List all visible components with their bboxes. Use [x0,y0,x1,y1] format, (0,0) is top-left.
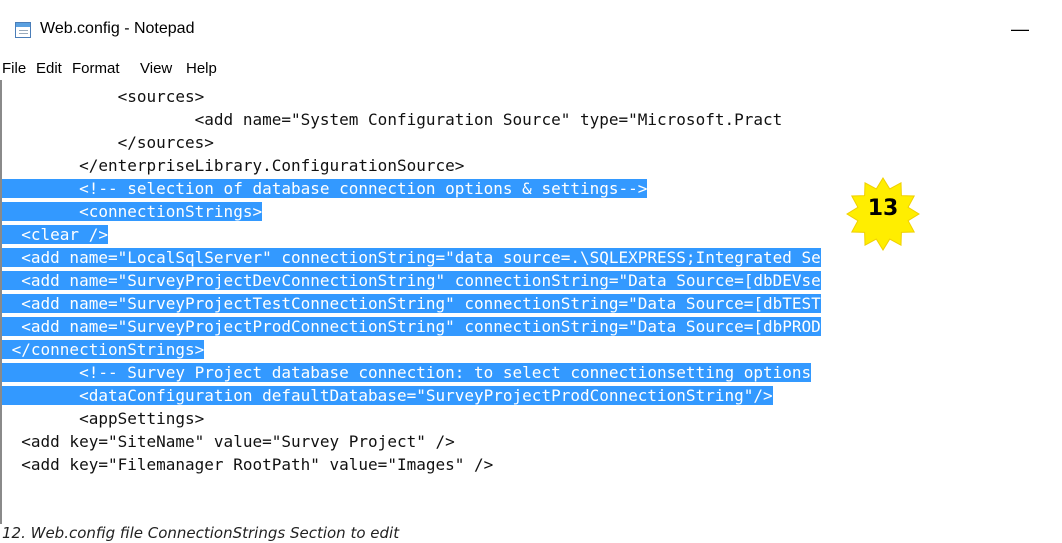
code-text: </sources> [2,133,214,152]
code-line: </connectionStrings> [2,338,205,361]
window-title: Web.config - Notepad [40,20,195,37]
selected-code-text: <add name="SurveyProjectDevConnectionStr… [2,271,821,290]
menu-view[interactable]: View [140,60,172,77]
menu-edit[interactable]: Edit [36,60,62,77]
selected-code-text: <!-- Survey Project database connection:… [2,363,812,382]
selected-code-text: <add name="SurveyProjectTestConnectionSt… [2,294,821,313]
step-number-badge: 13 [867,196,899,221]
code-line: <add name="LocalSqlServer" connectionStr… [2,246,821,269]
code-line: <add name="SurveyProjectTestConnectionSt… [2,292,821,315]
selected-code-text: <add name="LocalSqlServer" connectionStr… [2,248,821,267]
menu-bar: File Edit Format View Help [0,58,1062,80]
selected-code-text: </connectionStrings> [2,340,205,359]
notepad-icon [15,22,31,38]
code-line: <add key="SiteName" value="Survey Projec… [2,430,455,453]
selected-code-text: <add name="SurveyProjectProdConnectionSt… [2,317,821,336]
code-text: <appSettings> [2,409,205,428]
menu-file[interactable]: File [2,60,26,77]
code-text: <add key="Filemanager RootPath" value="I… [2,455,494,474]
code-line: </sources> [2,131,214,154]
code-line: <sources> [2,85,205,108]
code-line: <add key="Filemanager RootPath" value="I… [2,453,493,476]
text-editor-area[interactable]: <sources> <add name="System Configuratio… [0,80,1062,524]
code-line: <dataConfiguration defaultDatabase="Surv… [2,384,773,407]
menu-format[interactable]: Format [72,60,120,77]
figure-caption: 12. Web.config file ConnectionStrings Se… [2,524,400,542]
code-line: <!-- Survey Project database connection:… [2,361,812,384]
code-line: <clear /> [2,223,108,246]
code-text: </enterpriseLibrary.ConfigurationSource> [2,156,465,175]
code-line: <add name="SurveyProjectDevConnectionStr… [2,269,821,292]
menu-help[interactable]: Help [186,60,217,77]
code-text: <sources> [2,87,205,106]
code-text: <add name="System Configuration Source" … [2,110,783,129]
selected-code-text: <!-- selection of database connection op… [2,179,648,198]
code-line: <add name="System Configuration Source" … [2,108,783,131]
code-line: <add name="SurveyProjectProdConnectionSt… [2,315,821,338]
selected-code-text: <dataConfiguration defaultDatabase="Surv… [2,386,773,405]
code-line: <connectionStrings> [2,200,263,223]
notepad-window: Web.config - Notepad — File Edit Format … [0,0,1062,524]
minimize-button[interactable]: — [1000,18,1040,44]
title-bar[interactable]: Web.config - Notepad — [0,0,1062,58]
selected-code-text: <clear /> [2,225,108,244]
code-text: <add key="SiteName" value="Survey Projec… [2,432,455,451]
code-line: </enterpriseLibrary.ConfigurationSource> [2,154,464,177]
selected-code-text: <connectionStrings> [2,202,263,221]
code-line: <!-- selection of database connection op… [2,177,648,200]
code-line: <appSettings> [2,407,204,430]
